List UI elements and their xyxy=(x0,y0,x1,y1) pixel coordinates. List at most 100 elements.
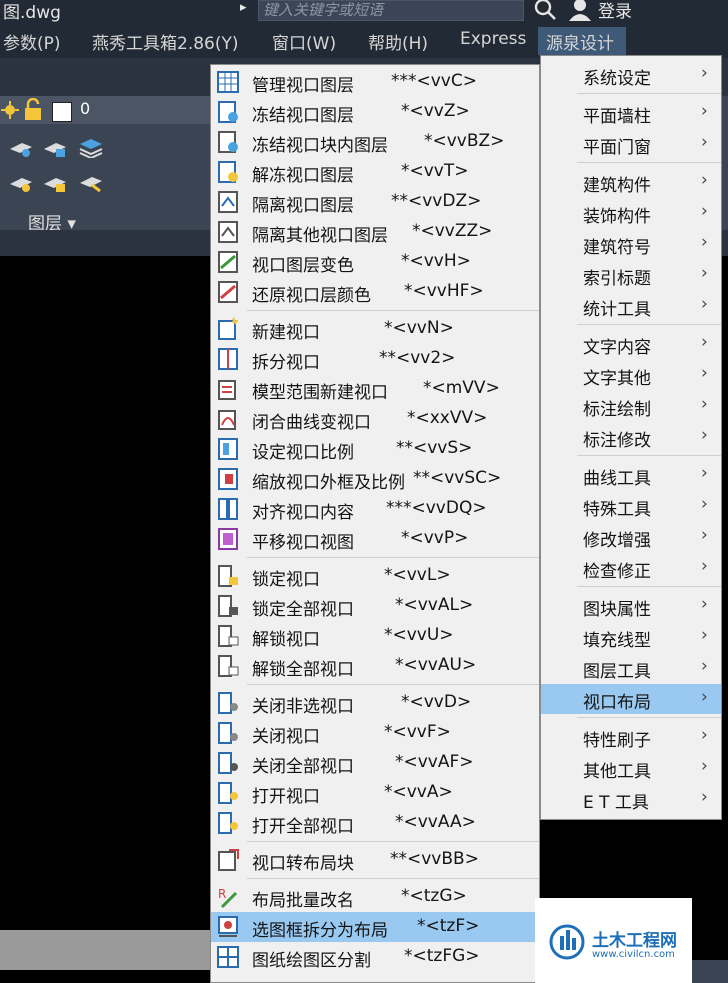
split-frame-layout-icon xyxy=(218,916,238,937)
layer-lock-icon[interactable] xyxy=(42,137,68,159)
lock-icon[interactable] xyxy=(22,98,44,122)
menu-item-close-viewport[interactable]: 关闭视口 *<vvF> xyxy=(211,718,539,748)
menu-item-open-all-viewports[interactable]: 打开全部视口 *<vvAA> xyxy=(211,808,539,838)
menu-item-shortcut: **<vvS> xyxy=(396,438,473,458)
menu-params[interactable]: 参数(P) xyxy=(3,29,61,54)
menu-item-freeze-viewport-layers[interactable]: 冻结视口图层 *<vvZ> xyxy=(211,97,539,127)
submenu-item-plan-doors[interactable]: 平面门窗 › xyxy=(541,129,721,159)
layer-stack-icon[interactable] xyxy=(78,136,104,158)
submenu-item-other-tools[interactable]: 其他工具 › xyxy=(541,753,721,783)
menu-item-isolate-other-layers[interactable]: 隔离其他视口图层 *<vvZZ> xyxy=(211,217,539,247)
menu-item-label: 图纸绘图区分割 xyxy=(252,951,371,971)
menu-item-align-viewport-content[interactable]: 对齐视口内容 ***<vvDQ> xyxy=(211,494,539,524)
submenu-item-label: 检查修正 xyxy=(583,562,651,582)
submenu-item-label: 统计工具 xyxy=(583,300,651,320)
menu-item-close-unselected-viewports[interactable]: 关闭非选视口 *<vvD> xyxy=(211,688,539,718)
menu-item-set-viewport-scale[interactable]: 设定视口比例 **<vvS> xyxy=(211,434,539,464)
menu-item-thaw-viewport-layers[interactable]: 解冻视口图层 *<vvT> xyxy=(211,157,539,187)
submenu-item-building-symbols[interactable]: 建筑符号 › xyxy=(541,229,721,259)
menu-window[interactable]: 窗口(W) xyxy=(272,29,336,54)
submenu-item-plan-walls[interactable]: 平面墙柱 › xyxy=(541,98,721,128)
search-icon[interactable] xyxy=(532,0,558,21)
menu-item-restore-layer-color[interactable]: 还原视口层颜色 *<vvHF> xyxy=(211,277,539,307)
menu-item-label: 视口转布局块 xyxy=(252,854,354,874)
layer-match-icon[interactable] xyxy=(78,171,104,193)
bottom-right-strip xyxy=(692,960,728,983)
viewport-pan-icon xyxy=(218,528,238,550)
menu-item-viewport-to-layout-block[interactable]: 视口转布局块 **<vvBB> xyxy=(211,845,539,875)
menu-help[interactable]: 帮助(H) xyxy=(368,29,428,54)
menu-yuanquan-design[interactable]: 源泉设计 xyxy=(546,29,614,54)
menu-item-model-extent-viewport[interactable]: 模型范围新建视口 *<mVV> xyxy=(211,374,539,404)
menu-item-lock-viewport[interactable]: 锁定视口 *<vvL> xyxy=(211,561,539,591)
layer-unlock-icon[interactable] xyxy=(42,172,68,194)
submenu-item-dimension-draw[interactable]: 标注绘制 › xyxy=(541,391,721,421)
submenu-item-index-titles[interactable]: 索引标题 › xyxy=(541,260,721,290)
viewport-isolate-other-icon xyxy=(218,221,238,243)
menu-item-isolate-viewport-layers[interactable]: 隔离视口图层 **<vvDZ> xyxy=(211,187,539,217)
menu-item-close-all-viewports[interactable]: 关闭全部视口 *<vvAF> xyxy=(211,748,539,778)
sun-icon[interactable] xyxy=(0,99,20,121)
submenu-item-system-settings[interactable]: 系统设定 › xyxy=(541,60,721,90)
menu-separator xyxy=(247,310,539,311)
menu-item-sheet-area-split[interactable]: 图纸绘图区分割 *<tzFG> xyxy=(211,942,539,972)
menu-item-open-viewport[interactable]: 打开视口 *<vvA> xyxy=(211,778,539,808)
viewport-close-others-icon xyxy=(218,692,238,714)
layer-freeze-icon[interactable] xyxy=(8,137,34,159)
user-icon[interactable] xyxy=(566,0,594,21)
login-link[interactable]: 登录 xyxy=(598,0,632,22)
submenu-item-building-components[interactable]: 建筑构件 › xyxy=(541,167,721,197)
viewport-unlock-all-icon xyxy=(218,655,239,677)
menu-yanxiu-toolbox[interactable]: 燕秀工具箱2.86(Y) xyxy=(92,29,239,54)
model-extent-icon xyxy=(218,380,236,400)
submenu-item-block-attributes[interactable]: 图块属性 › xyxy=(541,591,721,621)
menu-item-unlock-viewport[interactable]: 解锁视口 *<vvU> xyxy=(211,621,539,651)
menu-express[interactable]: Express xyxy=(460,29,526,49)
menu-item-split-frame-to-layouts[interactable]: 选图框拆分为布局 *<tzF> xyxy=(211,912,539,942)
menu-item-zoom-viewport-frame[interactable]: 缩放视口外框及比例 **<vvSC> xyxy=(211,464,539,494)
menu-item-label: 冻结视口图层 xyxy=(252,106,354,126)
menu-item-shortcut: *<vvF> xyxy=(384,722,451,742)
menu-item-curve-to-viewport[interactable]: 闭合曲线变视口 *<xxVV> xyxy=(211,404,539,434)
layer-on-icon[interactable] xyxy=(8,172,34,194)
menu-separator xyxy=(247,878,539,879)
menu-item-lock-all-viewports[interactable]: 锁定全部视口 *<vvAL> xyxy=(211,591,539,621)
submenu-item-special-tools[interactable]: 特殊工具 › xyxy=(541,491,721,521)
submenu-item-hatch-linetype[interactable]: 填充线型 › xyxy=(541,622,721,652)
submenu-item-text-content[interactable]: 文字内容 › xyxy=(541,329,721,359)
menu-item-batch-rename-layouts[interactable]: R 布局批量改名 *<tzG> xyxy=(211,882,539,912)
chevron-right-icon: › xyxy=(701,232,708,252)
submenu-item-label: 标注绘制 xyxy=(583,400,651,420)
menu-item-label: 模型范围新建视口 xyxy=(252,383,388,403)
menu-item-split-viewport[interactable]: 拆分视口 **<vv2> xyxy=(211,344,539,374)
search-input[interactable]: 键入关键字或短语 xyxy=(258,0,524,21)
menu-item-pan-viewport-view[interactable]: 平移视口视图 *<vvP> xyxy=(211,524,539,554)
menu-item-layer-color-change[interactable]: 视口图层变色 *<vvH> xyxy=(211,247,539,277)
submenu-item-viewport-layout[interactable]: 视口布局 › xyxy=(541,684,721,714)
menu-item-shortcut: *<vvA> xyxy=(384,782,453,802)
submenu-item-layer-tools[interactable]: 图层工具 › xyxy=(541,653,721,683)
menu-item-freeze-block-layers[interactable]: 冻结视口块内图层 *<vvBZ> xyxy=(211,127,539,157)
menu-item-manage-viewport-layers[interactable]: 管理视口图层 ***<vvC> xyxy=(211,67,539,97)
submenu-item-label: 索引标题 xyxy=(583,269,651,289)
submenu-item-text-other[interactable]: 文字其他 › xyxy=(541,360,721,390)
submenu-item-label: 平面门窗 xyxy=(583,138,651,158)
menu-item-label: 新建视口 xyxy=(252,323,320,343)
submenu-item-et-tools[interactable]: E T 工具 › xyxy=(541,784,721,814)
submenu-item-decoration-components[interactable]: 装饰构件 › xyxy=(541,198,721,228)
menu-item-new-viewport[interactable]: 新建视口 *<vvN> xyxy=(211,314,539,344)
submenu-item-property-brush[interactable]: 特性刷子 › xyxy=(541,722,721,752)
menu-item-label: 解冻视口图层 xyxy=(252,166,354,186)
rename-layout-icon: R xyxy=(218,887,238,909)
title-arrow-icon[interactable]: ▸ xyxy=(240,0,247,15)
submenu-item-modify-enhance[interactable]: 修改增强 › xyxy=(541,522,721,552)
submenu-item-curve-tools[interactable]: 曲线工具 › xyxy=(541,460,721,490)
chevron-right-icon: › xyxy=(701,201,708,221)
submenu-item-statistics-tools[interactable]: 统计工具 › xyxy=(541,291,721,321)
submenu-item-dimension-modify[interactable]: 标注修改 › xyxy=(541,422,721,452)
menu-item-shortcut: *<vvAA> xyxy=(395,812,476,832)
menu-item-unlock-all-viewports[interactable]: 解锁全部视口 *<vvAU> xyxy=(211,651,539,681)
menu-item-shortcut: ***<vvDQ> xyxy=(386,498,487,518)
menu-item-shortcut: **<vvSC> xyxy=(413,468,502,488)
submenu-item-check-correct[interactable]: 检查修正 › xyxy=(541,553,721,583)
